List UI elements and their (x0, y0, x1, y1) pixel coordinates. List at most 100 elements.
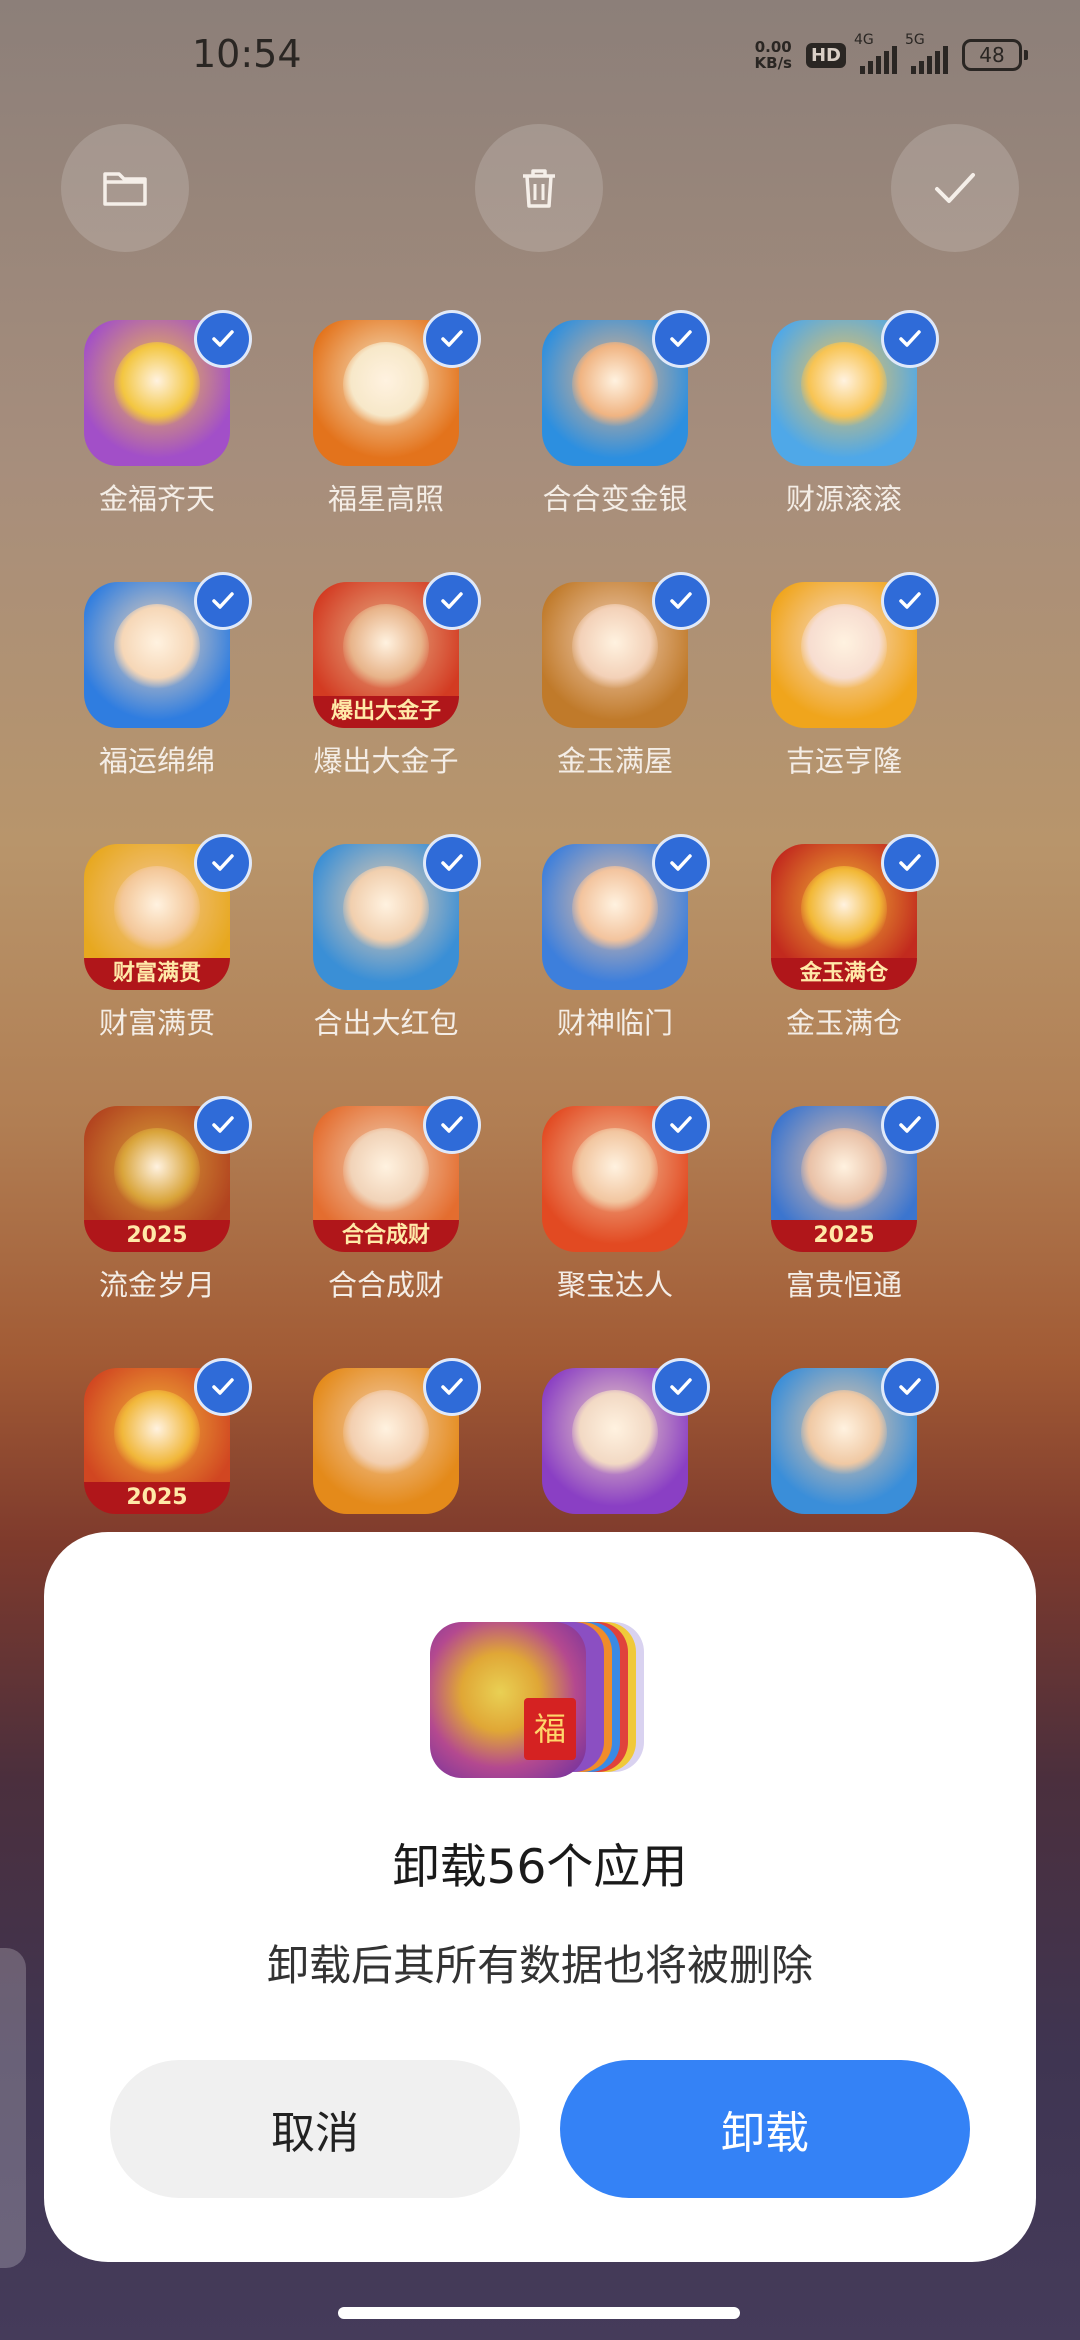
app-artwork (572, 604, 658, 690)
selected-check-icon[interactable] (194, 1096, 252, 1154)
app-item[interactable]: 金福齐天 (43, 310, 271, 518)
app-icon[interactable]: 合合成财 (313, 1096, 481, 1252)
selected-check-icon[interactable] (423, 572, 481, 630)
app-icon[interactable] (542, 1358, 710, 1514)
trash-icon (523, 169, 555, 208)
status-icons: 0.00 KB/s HD 4G 5G 48 (755, 32, 1028, 74)
battery-level: 48 (979, 43, 1005, 67)
app-artwork (801, 1128, 887, 1214)
cancel-button[interactable]: 取消 (110, 2060, 520, 2198)
app-artwork (572, 342, 658, 428)
app-item[interactable]: 聚宝达人 (501, 1096, 729, 1304)
selected-check-icon[interactable] (194, 572, 252, 630)
selected-check-icon[interactable] (423, 834, 481, 892)
selected-check-icon[interactable] (423, 1096, 481, 1154)
selected-check-icon[interactable] (652, 1358, 710, 1416)
uninstall-button[interactable]: 卸载 (560, 2060, 970, 2198)
app-icon-banner: 金玉满仓 (771, 958, 917, 990)
app-artwork (343, 866, 429, 952)
move-to-folder-button[interactable] (61, 124, 189, 252)
sim1-network-type: 4G (854, 32, 874, 48)
app-icon-banner: 2025 (771, 1220, 917, 1252)
app-item[interactable]: 合合成财 合合成财 (272, 1096, 500, 1304)
app-icon[interactable] (542, 310, 710, 466)
delete-button[interactable] (475, 124, 603, 252)
folder-icon (103, 172, 147, 206)
selected-check-icon[interactable] (652, 834, 710, 892)
selected-check-icon[interactable] (881, 1096, 939, 1154)
app-item[interactable]: 吉运亨隆 (730, 572, 958, 780)
status-bar: 10:54 0.00 KB/s HD 4G 5G 48 (0, 0, 1080, 120)
app-icon[interactable]: 2025 (771, 1096, 939, 1252)
fu-badge: 福 (524, 1698, 576, 1760)
app-artwork (114, 1390, 200, 1476)
app-artwork (343, 342, 429, 428)
app-item[interactable]: 2025 富贵恒通 (730, 1096, 958, 1304)
app-label: 合合成财 (327, 1268, 444, 1302)
app-icon[interactable]: 爆出大金子 (313, 572, 481, 728)
app-item[interactable]: 财神临门 (501, 834, 729, 1042)
app-label: 吉运亨隆 (785, 744, 902, 778)
app-icon[interactable] (771, 572, 939, 728)
app-icon[interactable] (542, 572, 710, 728)
app-icon-banner: 爆出大金子 (313, 696, 459, 728)
app-item[interactable]: 财富满贯 财富满贯 (43, 834, 271, 1042)
selected-check-icon[interactable] (881, 572, 939, 630)
selected-check-icon[interactable] (652, 310, 710, 368)
app-icon[interactable] (771, 1358, 939, 1514)
app-icon[interactable] (542, 1096, 710, 1252)
dialog-description: 卸载后其所有数据也将被删除 (266, 1941, 813, 1990)
app-item[interactable]: 2025 流金岁月 (43, 1096, 271, 1304)
app-icon[interactable] (84, 310, 252, 466)
app-item[interactable]: 爆出大金子 爆出大金子 (272, 572, 500, 780)
selected-check-icon[interactable] (194, 834, 252, 892)
app-icon-stack: 福 (430, 1618, 650, 1778)
app-item[interactable]: 福星高照 (272, 310, 500, 518)
selected-check-icon[interactable] (423, 310, 481, 368)
app-item[interactable]: 金玉满仓 金玉满仓 (730, 834, 958, 1042)
app-item[interactable] (272, 1358, 500, 1514)
app-artwork (572, 866, 658, 952)
selected-check-icon[interactable] (194, 1358, 252, 1416)
app-icon[interactable] (313, 1358, 481, 1514)
app-item[interactable]: 金玉满屋 (501, 572, 729, 780)
app-icon[interactable]: 2025 (84, 1358, 252, 1514)
app-icon[interactable]: 金玉满仓 (771, 834, 939, 990)
app-label: 富贵恒通 (785, 1268, 902, 1302)
selected-check-icon[interactable] (423, 1358, 481, 1416)
app-icon[interactable]: 2025 (84, 1096, 252, 1252)
home-indicator[interactable] (338, 2307, 740, 2319)
check-icon (935, 173, 975, 203)
app-item[interactable]: 福运绵绵 (43, 572, 271, 780)
app-icon[interactable] (542, 834, 710, 990)
selected-check-icon[interactable] (881, 310, 939, 368)
app-label: 福星高照 (327, 482, 444, 516)
selected-check-icon[interactable] (881, 834, 939, 892)
app-icon[interactable] (313, 310, 481, 466)
clock: 10:54 (192, 32, 302, 76)
app-item[interactable]: 2025 (43, 1358, 271, 1514)
uninstall-dialog: 福 卸载56个应用 卸载后其所有数据也将被删除 取消 卸载 (44, 1532, 1036, 2262)
app-artwork (114, 1128, 200, 1214)
app-icon[interactable]: 财富满贯 (84, 834, 252, 990)
selected-check-icon[interactable] (652, 572, 710, 630)
app-item[interactable] (730, 1358, 958, 1514)
selected-check-icon[interactable] (194, 310, 252, 368)
app-icon[interactable] (84, 572, 252, 728)
app-item[interactable] (501, 1358, 729, 1514)
app-icon: 福 (430, 1622, 586, 1778)
app-label: 福运绵绵 (98, 744, 215, 778)
app-item[interactable]: 财源滚滚 (730, 310, 958, 518)
app-icon[interactable] (313, 834, 481, 990)
selected-check-icon[interactable] (652, 1096, 710, 1154)
app-label: 流金岁月 (98, 1268, 215, 1302)
app-label: 金玉满屋 (556, 744, 673, 778)
app-artwork (343, 1390, 429, 1476)
app-item[interactable]: 合合变金银 (501, 310, 729, 518)
app-icon[interactable] (771, 310, 939, 466)
app-item[interactable]: 合出大红包 (272, 834, 500, 1042)
selected-check-icon[interactable] (881, 1358, 939, 1416)
app-artwork (343, 604, 429, 690)
done-button[interactable] (891, 124, 1019, 252)
app-artwork (572, 1128, 658, 1214)
